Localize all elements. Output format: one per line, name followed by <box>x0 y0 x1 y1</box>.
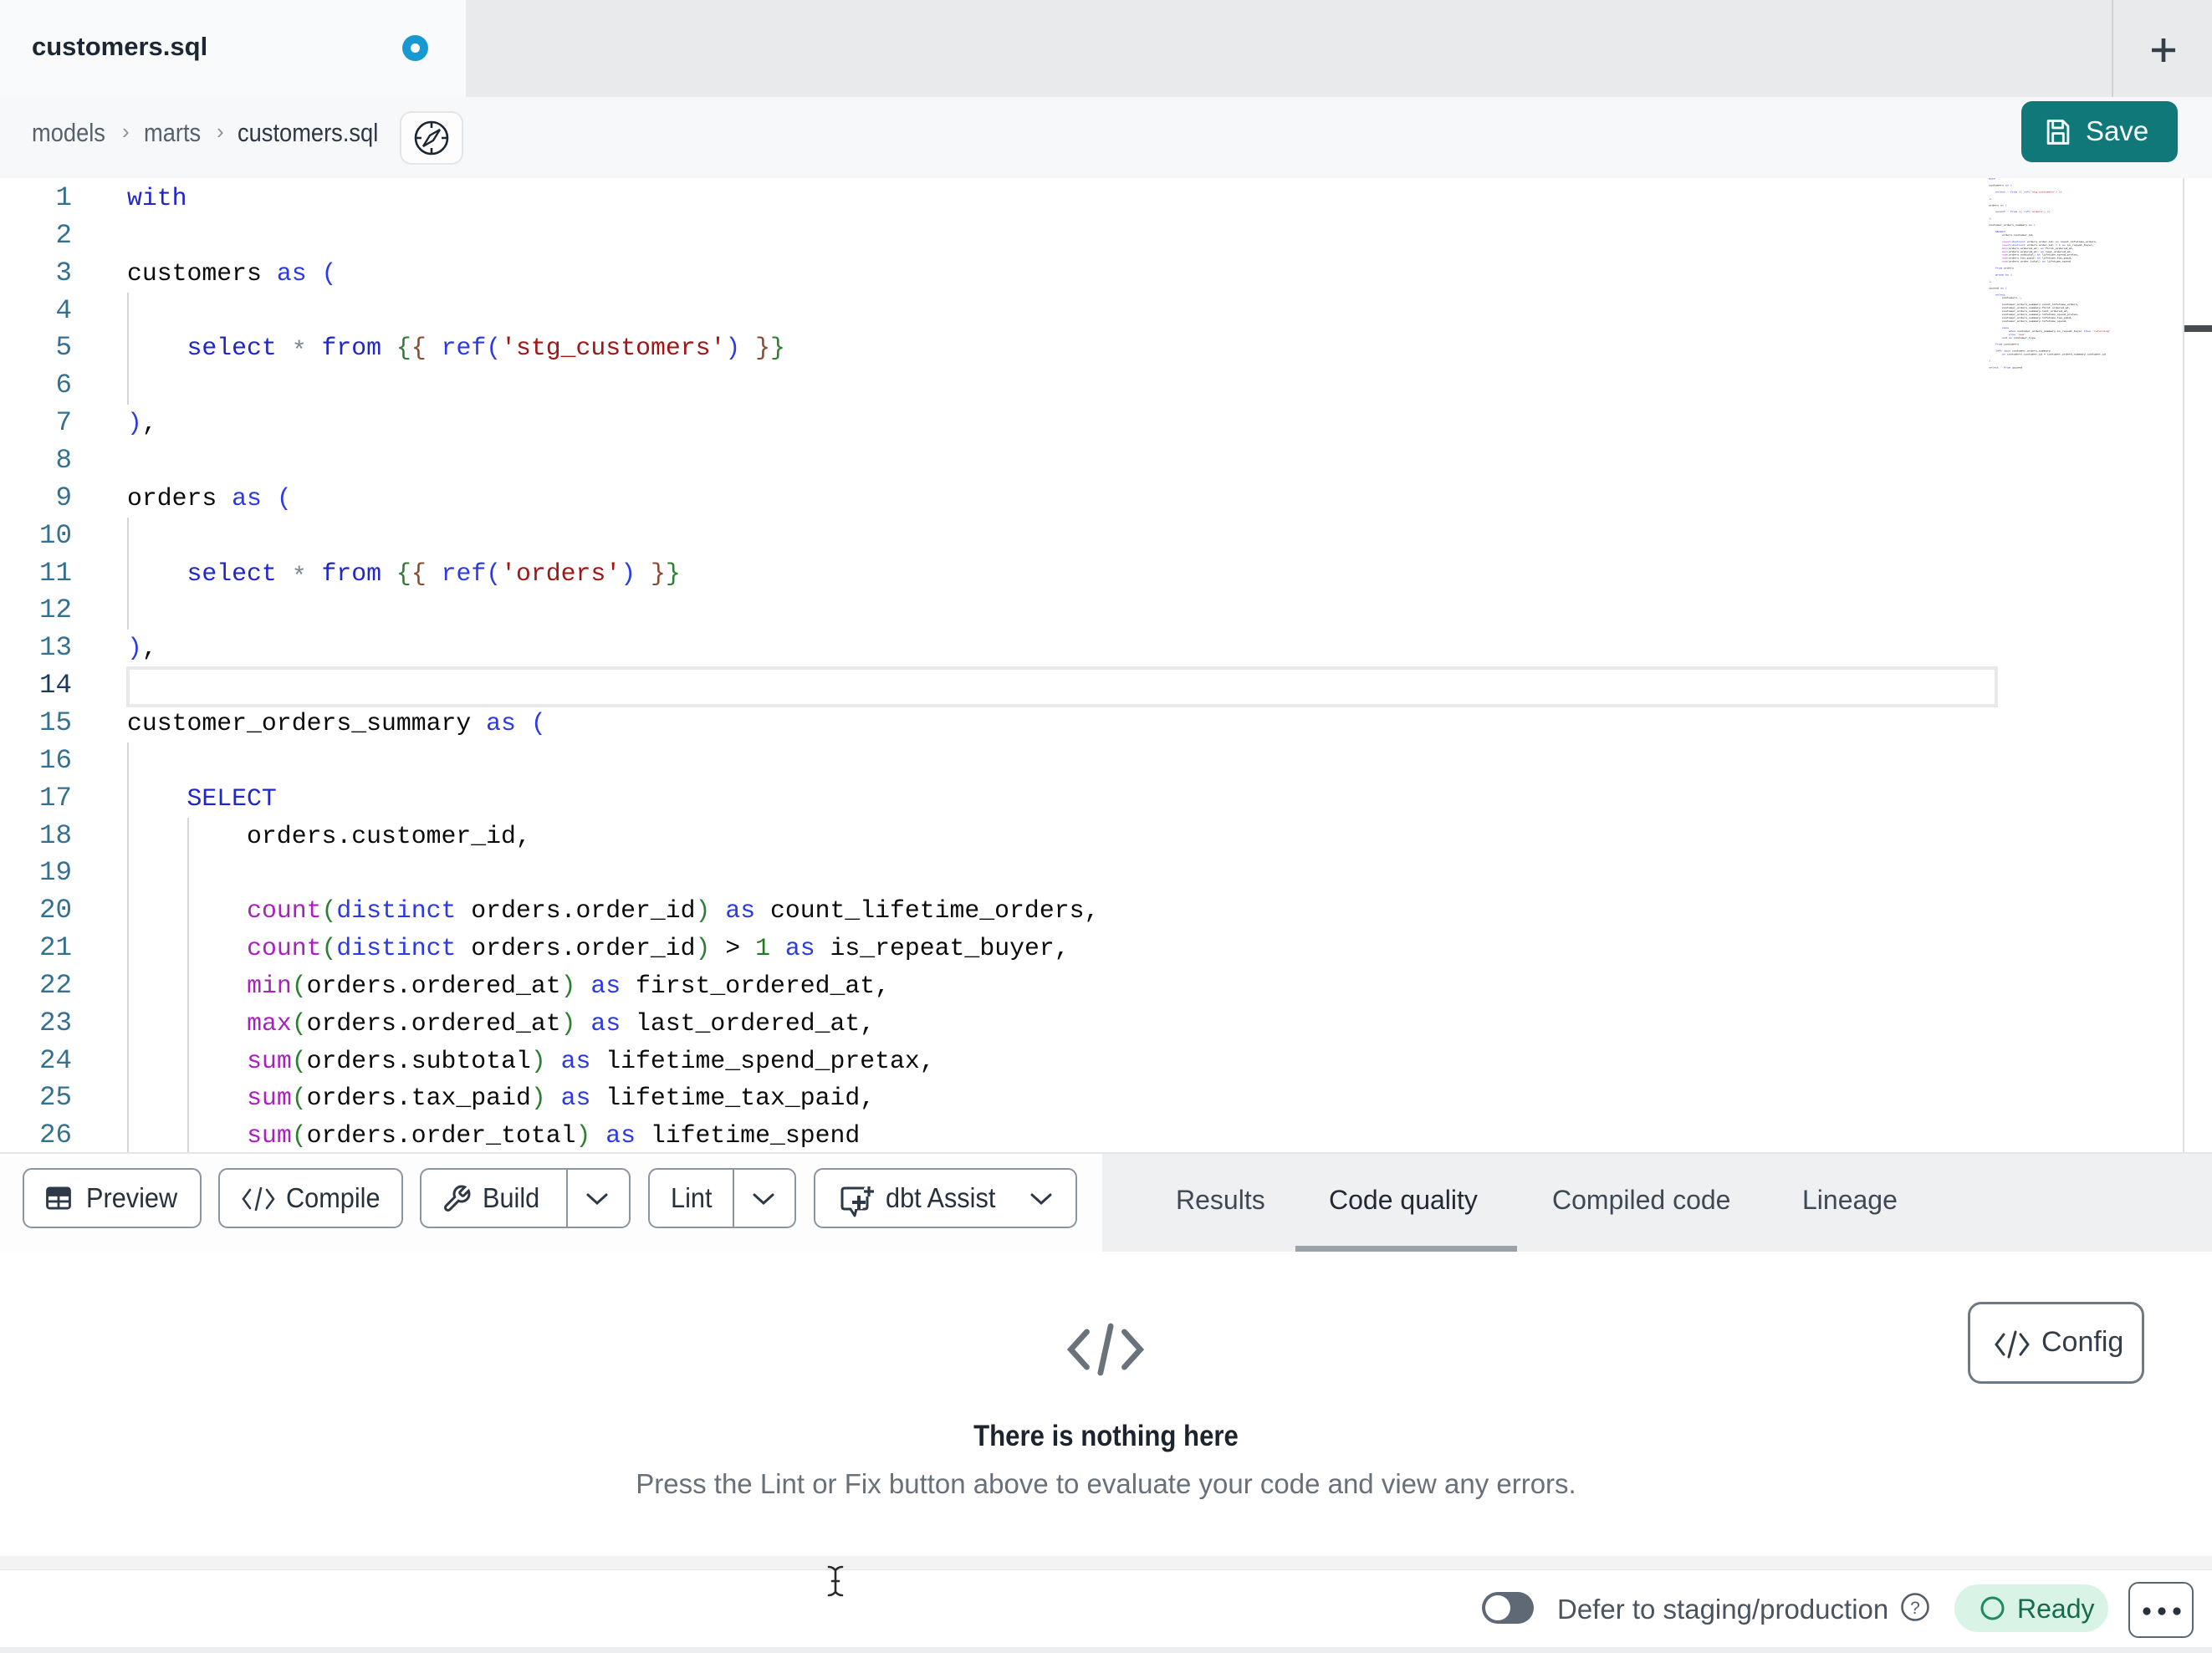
svg-text:?: ? <box>1910 1599 1920 1618</box>
